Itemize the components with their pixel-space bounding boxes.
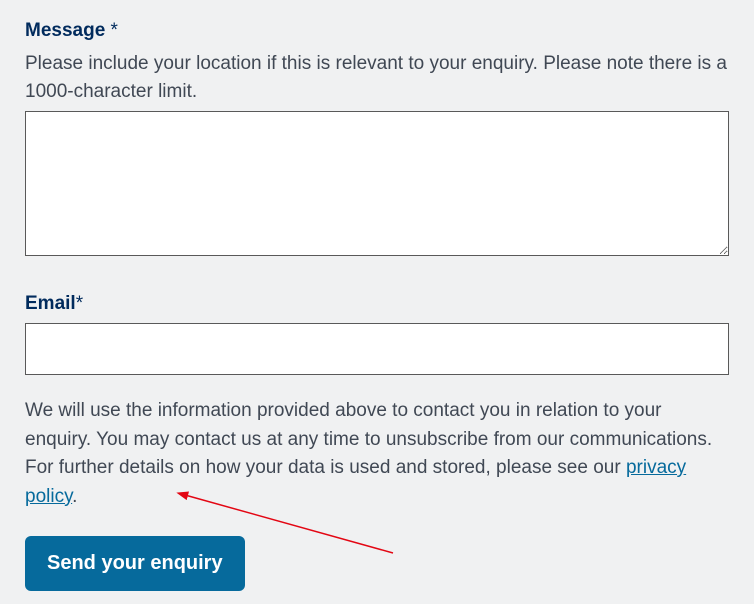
- message-field-block: Message * Please include your location i…: [25, 20, 729, 261]
- email-field-block: Email*: [25, 293, 729, 375]
- required-marker: *: [76, 293, 83, 314]
- privacy-text-before: We will use the information provided abo…: [25, 400, 712, 478]
- email-label: Email*: [25, 293, 729, 315]
- message-textarea[interactable]: [25, 111, 729, 256]
- message-label-text: Message: [25, 20, 105, 41]
- privacy-text-after: .: [72, 486, 77, 507]
- privacy-notice: We will use the information provided abo…: [25, 397, 729, 511]
- email-label-text: Email: [25, 293, 76, 314]
- message-helper-text: Please include your location if this is …: [25, 50, 729, 105]
- message-label: Message *: [25, 20, 729, 42]
- send-enquiry-button[interactable]: Send your enquiry: [25, 536, 245, 591]
- required-marker: *: [105, 20, 118, 41]
- email-input[interactable]: [25, 323, 729, 375]
